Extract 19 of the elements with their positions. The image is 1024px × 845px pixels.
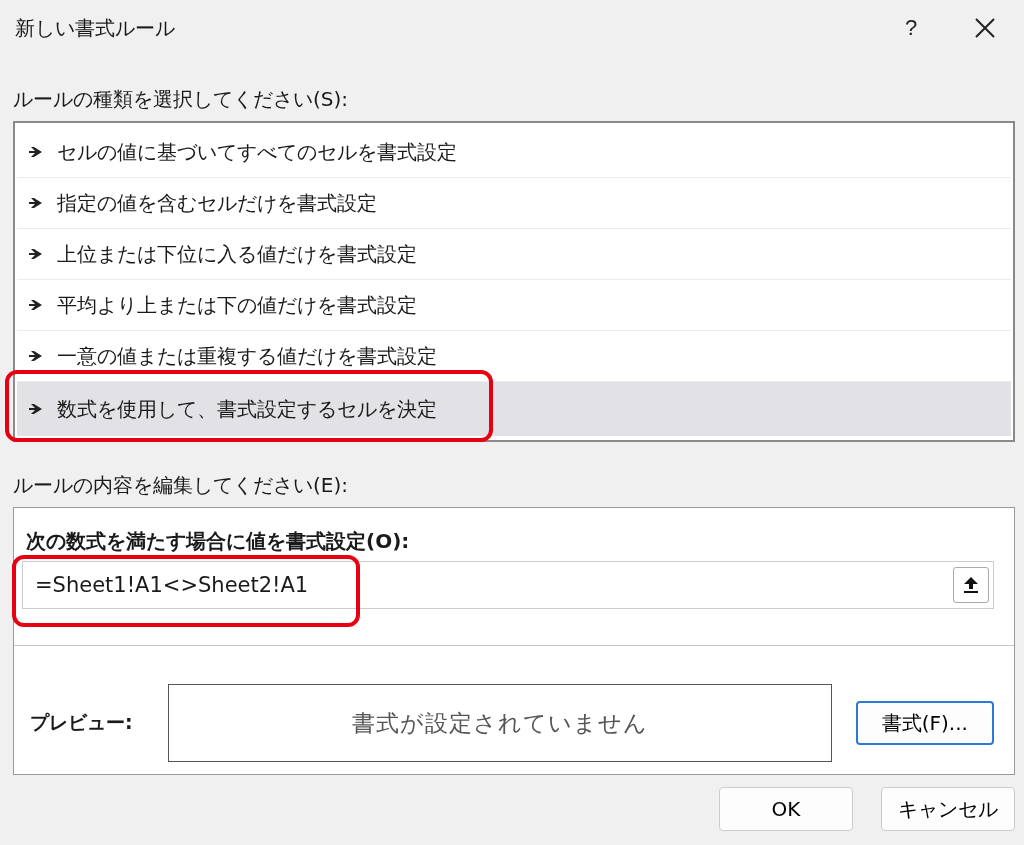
close-icon: [974, 17, 996, 39]
formula-label: 次の数式を満たす場合に値を書式設定(O):: [26, 528, 411, 555]
format-button[interactable]: 書式(F)...: [855, 701, 994, 745]
preview-label: プレビュー:: [29, 710, 134, 735]
formula-field[interactable]: =Sheet1!A1<>Sheet2!A1: [22, 561, 994, 609]
rule-type-item[interactable]: 平均より上または下の値だけを書式設定: [17, 280, 1011, 331]
rule-type-item[interactable]: 数式を使用して、書式設定するセルを決定: [17, 382, 1011, 436]
section-label: ルールの内容を編集してください(E):: [13, 472, 349, 499]
cancel-button[interactable]: キャンセル: [881, 787, 1015, 831]
upload-arrow-icon: [964, 577, 978, 593]
help-button[interactable]: ?: [881, 3, 941, 53]
ok-button[interactable]: OK: [719, 787, 853, 831]
section-label: ルールの種類を選択してください(S):: [13, 86, 350, 113]
rule-type-item[interactable]: 指定の値を含むセルだけを書式設定: [17, 178, 1011, 229]
collapse-button[interactable]: [953, 567, 989, 603]
preview-box: 書式が設定されていません: [168, 684, 832, 762]
window-title: 新しい書式ルール: [15, 14, 175, 42]
rule-type-item[interactable]: セルの値に基づいてすべてのセルを書式設定: [17, 127, 1011, 178]
rule-type-item[interactable]: 上位または下位に入る値だけを書式設定: [17, 229, 1011, 280]
